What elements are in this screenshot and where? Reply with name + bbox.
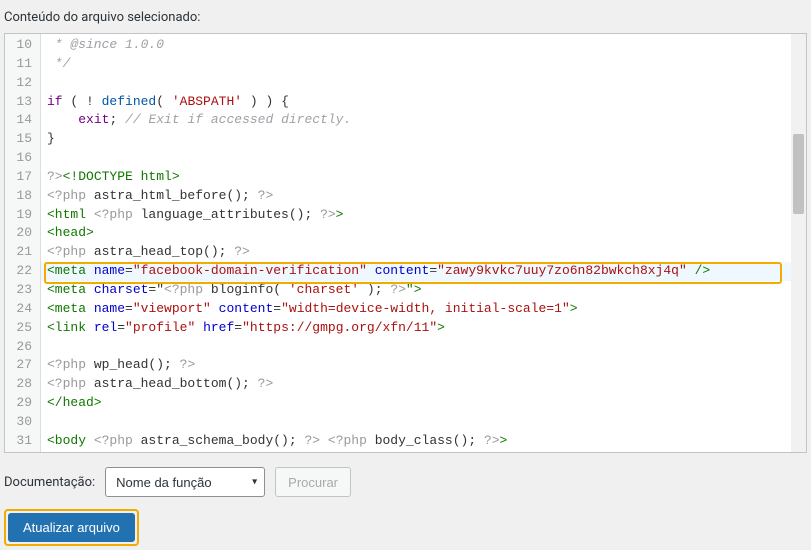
line-gutter: 1011121314151617181920212223242526272829…: [5, 34, 41, 452]
scrollbar-thumb[interactable]: [793, 134, 804, 214]
documentation-row: Documentação: Nome da função ▾ Procurar: [4, 467, 807, 497]
code-editor[interactable]: 1011121314151617181920212223242526272829…: [4, 33, 807, 453]
function-name-select[interactable]: Nome da função: [105, 467, 265, 497]
search-button[interactable]: Procurar: [275, 467, 351, 497]
documentation-label: Documentação:: [4, 475, 95, 490]
code-content[interactable]: * @since 1.0.0 */ if ( ! defined( 'ABSPA…: [41, 34, 806, 452]
vertical-scrollbar[interactable]: [791, 34, 806, 452]
content-heading: Conteúdo do arquivo selecionado:: [4, 10, 807, 25]
update-file-button[interactable]: Atualizar arquivo: [8, 513, 135, 542]
update-button-highlight: Atualizar arquivo: [4, 509, 139, 546]
